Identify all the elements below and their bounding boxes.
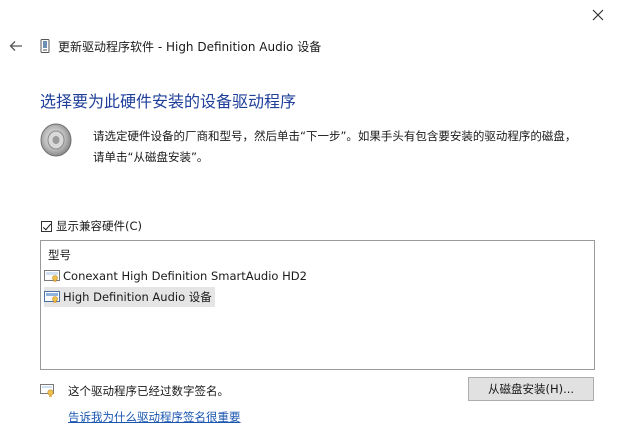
model-list[interactable]: 型号 Conexant High Definition SmartAudio H… (40, 240, 595, 370)
show-compatible-label: 显示兼容硬件(C) (56, 219, 143, 233)
close-button[interactable] (582, 2, 614, 28)
install-from-disk-button[interactable]: 从磁盘安装(H)... (468, 377, 594, 401)
instruction-line-2: 请单击“从磁盘安装”。 (93, 150, 209, 164)
back-arrow-icon (9, 41, 22, 51)
page-heading: 选择要为此硬件安装的设备驱动程序 (40, 92, 297, 111)
list-item-label: High Definition Audio 设备 (63, 290, 212, 304)
signature-status-text: 这个驱动程序已经过数字签名。 (68, 384, 229, 398)
device-manager-icon (40, 39, 50, 53)
checkbox-checked-icon[interactable] (41, 220, 52, 232)
close-icon (592, 9, 604, 21)
back-button[interactable] (6, 36, 26, 56)
instruction-line-1: 请选定硬件设备的厂商和型号，然后单击“下一步”。如果手头有包含要安装的驱动程序的… (93, 129, 577, 143)
list-item-hd-audio-device[interactable]: High Definition Audio 设备 (44, 287, 215, 307)
signed-driver-icon (44, 290, 60, 303)
digital-signature-icon (40, 384, 54, 398)
model-column-header: 型号 (48, 248, 71, 262)
show-compatible-checkbox[interactable]: 显示兼容硬件(C) (41, 218, 142, 234)
speaker-icon (40, 123, 72, 157)
signed-driver-icon (44, 269, 60, 282)
signature-info-link[interactable]: 告诉我为什么驱动程序签名很重要 (68, 409, 241, 425)
list-item-label: Conexant High Definition SmartAudio HD2 (63, 269, 307, 283)
instruction-text: 请选定硬件设备的厂商和型号，然后单击“下一步”。如果手头有包含要安装的驱动程序的… (93, 126, 613, 168)
list-item-conexant[interactable]: Conexant High Definition SmartAudio HD2 (44, 266, 310, 286)
window-title: 更新驱动程序软件 - High Definition Audio 设备 (58, 40, 322, 54)
